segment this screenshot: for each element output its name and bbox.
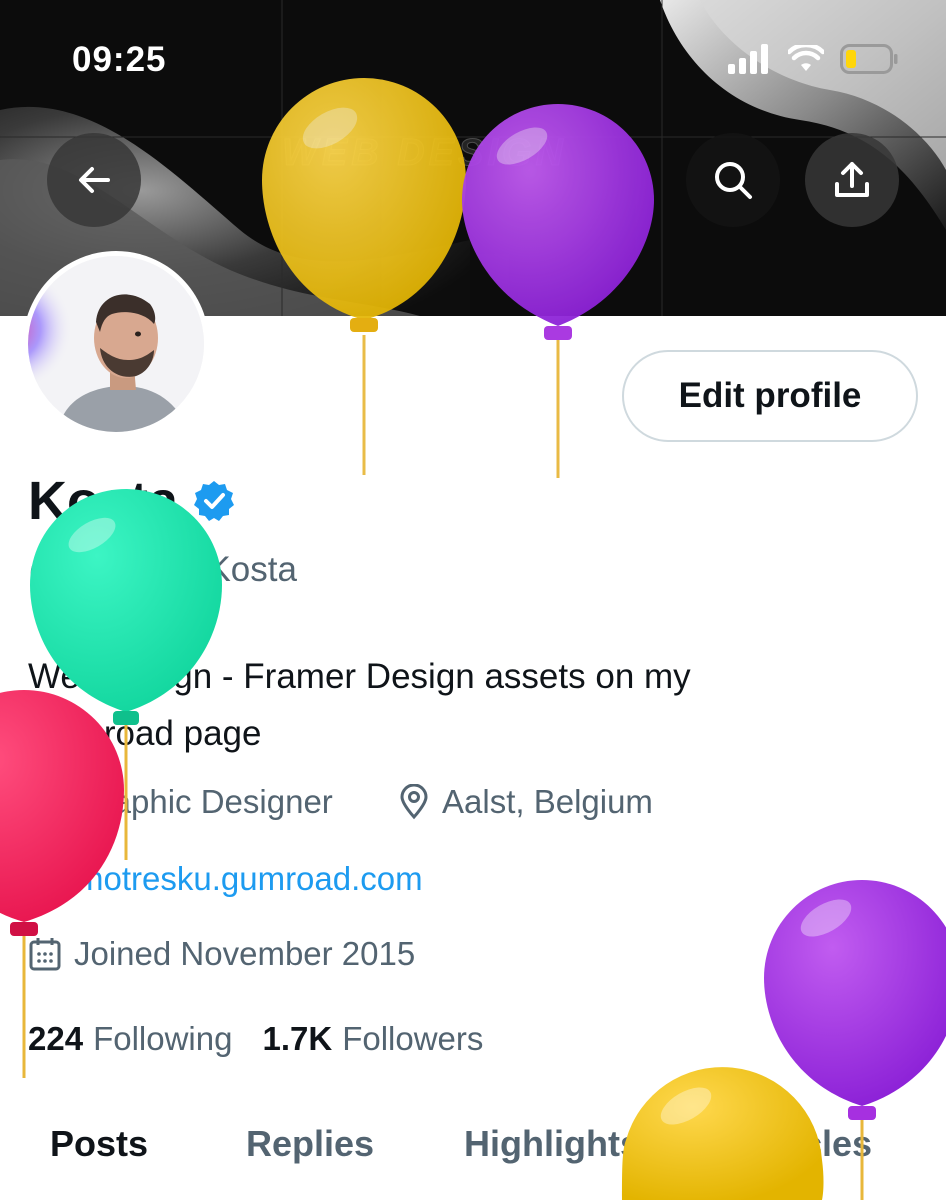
cellular-signal-icon: [728, 44, 768, 74]
followers-label: Followers: [342, 1020, 484, 1057]
link-icon: [28, 861, 64, 897]
display-name-text: Kosta: [28, 471, 179, 531]
tab-articles[interactable]: Articles: [740, 1123, 872, 1165]
joined-item: Joined November 2015: [28, 935, 415, 973]
location-text: Aalst, Belgium: [442, 783, 653, 820]
profile-handle: @MotreskuKosta: [28, 550, 297, 589]
search-button[interactable]: [686, 133, 780, 227]
status-bar: 09:25: [0, 0, 946, 120]
followers-link[interactable]: 1.7K Followers: [262, 1020, 483, 1058]
wifi-icon: [788, 45, 824, 71]
verified-badge-icon[interactable]: [192, 479, 236, 523]
location-pin-icon: [398, 784, 430, 820]
profession-item: Graphic Designer: [28, 783, 333, 821]
search-icon: [715, 162, 752, 199]
status-icons: [728, 44, 898, 74]
status-time: 09:25: [72, 40, 167, 79]
followers-count: 1.7K: [262, 1020, 333, 1057]
back-button[interactable]: [47, 133, 141, 227]
joined-text: Joined November 2015: [74, 935, 416, 972]
briefcase-icon: [28, 785, 64, 819]
website-link[interactable]: motresku.gumroad.com: [76, 860, 423, 898]
tab-posts[interactable]: Posts: [50, 1123, 148, 1165]
following-link[interactable]: 224 Following: [28, 1020, 232, 1058]
arrow-left-icon: [79, 167, 110, 193]
profession-text: Graphic Designer: [76, 783, 333, 820]
bio-line: Web design - Framer Design assets on my: [28, 657, 691, 696]
tab-highlights[interactable]: Highlights: [464, 1123, 640, 1165]
tab-replies[interactable]: Replies: [246, 1123, 374, 1165]
display-name: Kosta: [28, 470, 236, 532]
avatar-photo: [28, 256, 204, 432]
banner-watermark: WEB DESIGN: [282, 132, 567, 175]
follow-stats: 224 Following 1.7K Followers: [28, 1020, 483, 1058]
location-item: Aalst, Belgium: [398, 783, 653, 821]
website-item[interactable]: motresku.gumroad.com: [28, 860, 423, 898]
calendar-icon: [28, 936, 62, 972]
share-button[interactable]: [805, 133, 899, 227]
edit-profile-button[interactable]: Edit profile: [622, 350, 918, 442]
following-label: Following: [93, 1020, 233, 1057]
battery-icon: [840, 44, 898, 74]
following-count: 224: [28, 1020, 84, 1057]
bio-line: Gumroad page: [28, 714, 262, 753]
profile-bio: Web design - Framer Design assets on my …: [28, 648, 908, 762]
share-icon: [835, 162, 869, 197]
profile-avatar[interactable]: [23, 251, 209, 437]
